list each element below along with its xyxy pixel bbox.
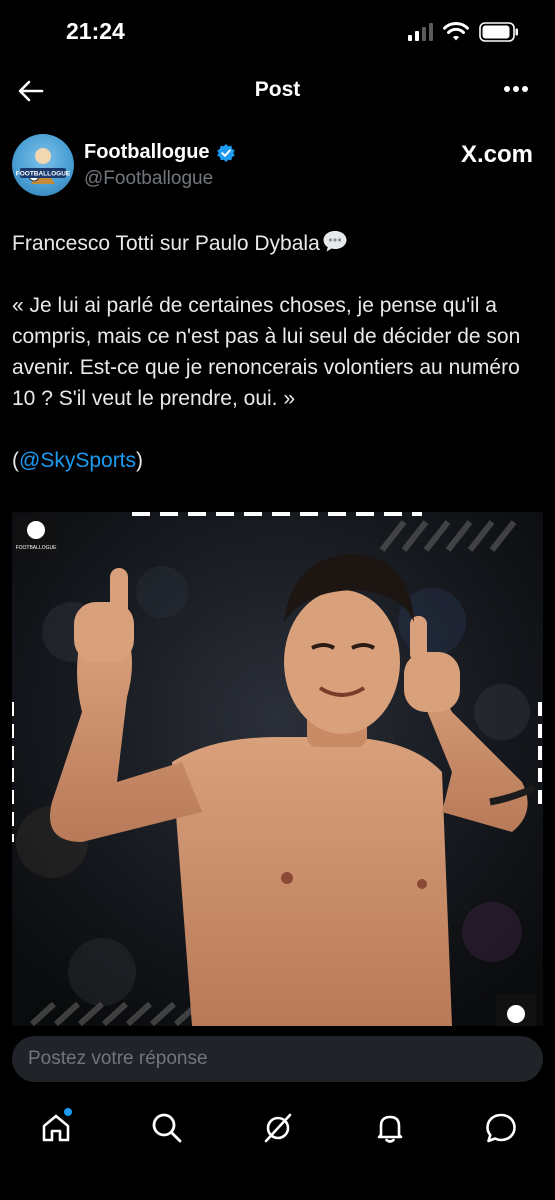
watermark-text: FOOTBALLOGUE [16,545,58,551]
post-text: Francesco Totti sur Paulo Dybala « Je lu… [12,228,547,476]
nav-messages[interactable] [483,1110,519,1146]
status-bar: 21:24 [0,0,555,66]
author-name[interactable]: Footballogue [84,141,210,164]
battery-icon [479,22,518,42]
credit-close: ) [136,449,144,472]
cellular-signal-icon [408,23,433,41]
player-photo: FOOTBALLOGUE [12,512,543,1026]
messages-icon [486,1113,516,1143]
post-image[interactable]: FOOTBALLOGUE [12,512,543,1026]
status-time: 21:24 [66,18,125,44]
author-name-row: Footballogue [84,141,236,164]
wifi-icon [443,22,469,41]
reply-input[interactable]: Postez votre réponse [12,1036,543,1082]
nav-grok[interactable] [260,1110,296,1146]
author-handle[interactable]: @Footballogue [84,168,213,190]
nav-home[interactable] [38,1108,74,1146]
mention-link[interactable]: @SkySports [19,449,136,472]
bottom-nav [0,1092,555,1200]
post-quote: « Je lui ai parlé de certaines choses, j… [12,294,521,410]
source-label: X.com [460,141,533,168]
bell-icon [377,1115,403,1143]
verified-badge-icon [216,143,235,162]
more-options-icon[interactable] [503,84,529,94]
nav-notifications[interactable] [372,1110,408,1146]
status-icons [408,22,519,42]
credit-open: ( [12,449,19,472]
avatar[interactable]: FOOTBALLOGUE [12,134,74,196]
footballogue-logo: FOOTBALLOGUE [16,148,71,184]
notification-dot [64,1108,72,1116]
search-icon [152,1113,182,1143]
screen: 21:24 Post FOOTBALLOGUE Footballogue @Fo… [0,0,555,1200]
nav-search[interactable] [149,1110,185,1146]
post-header: Post [0,66,555,114]
page-title: Post [254,78,301,101]
speech-bubble-icon [323,231,347,252]
post-credit: (@SkySports) [12,445,547,476]
post-line-1: Francesco Totti sur Paulo Dybala [12,228,547,259]
avatar-logo-text: FOOTBALLOGUE [16,171,71,178]
reply-placeholder: Postez votre réponse [28,1048,208,1069]
grok-icon [264,1113,292,1143]
source-badge: X.com [461,141,533,169]
post-intro: Francesco Totti sur Paulo Dybala [12,232,320,255]
